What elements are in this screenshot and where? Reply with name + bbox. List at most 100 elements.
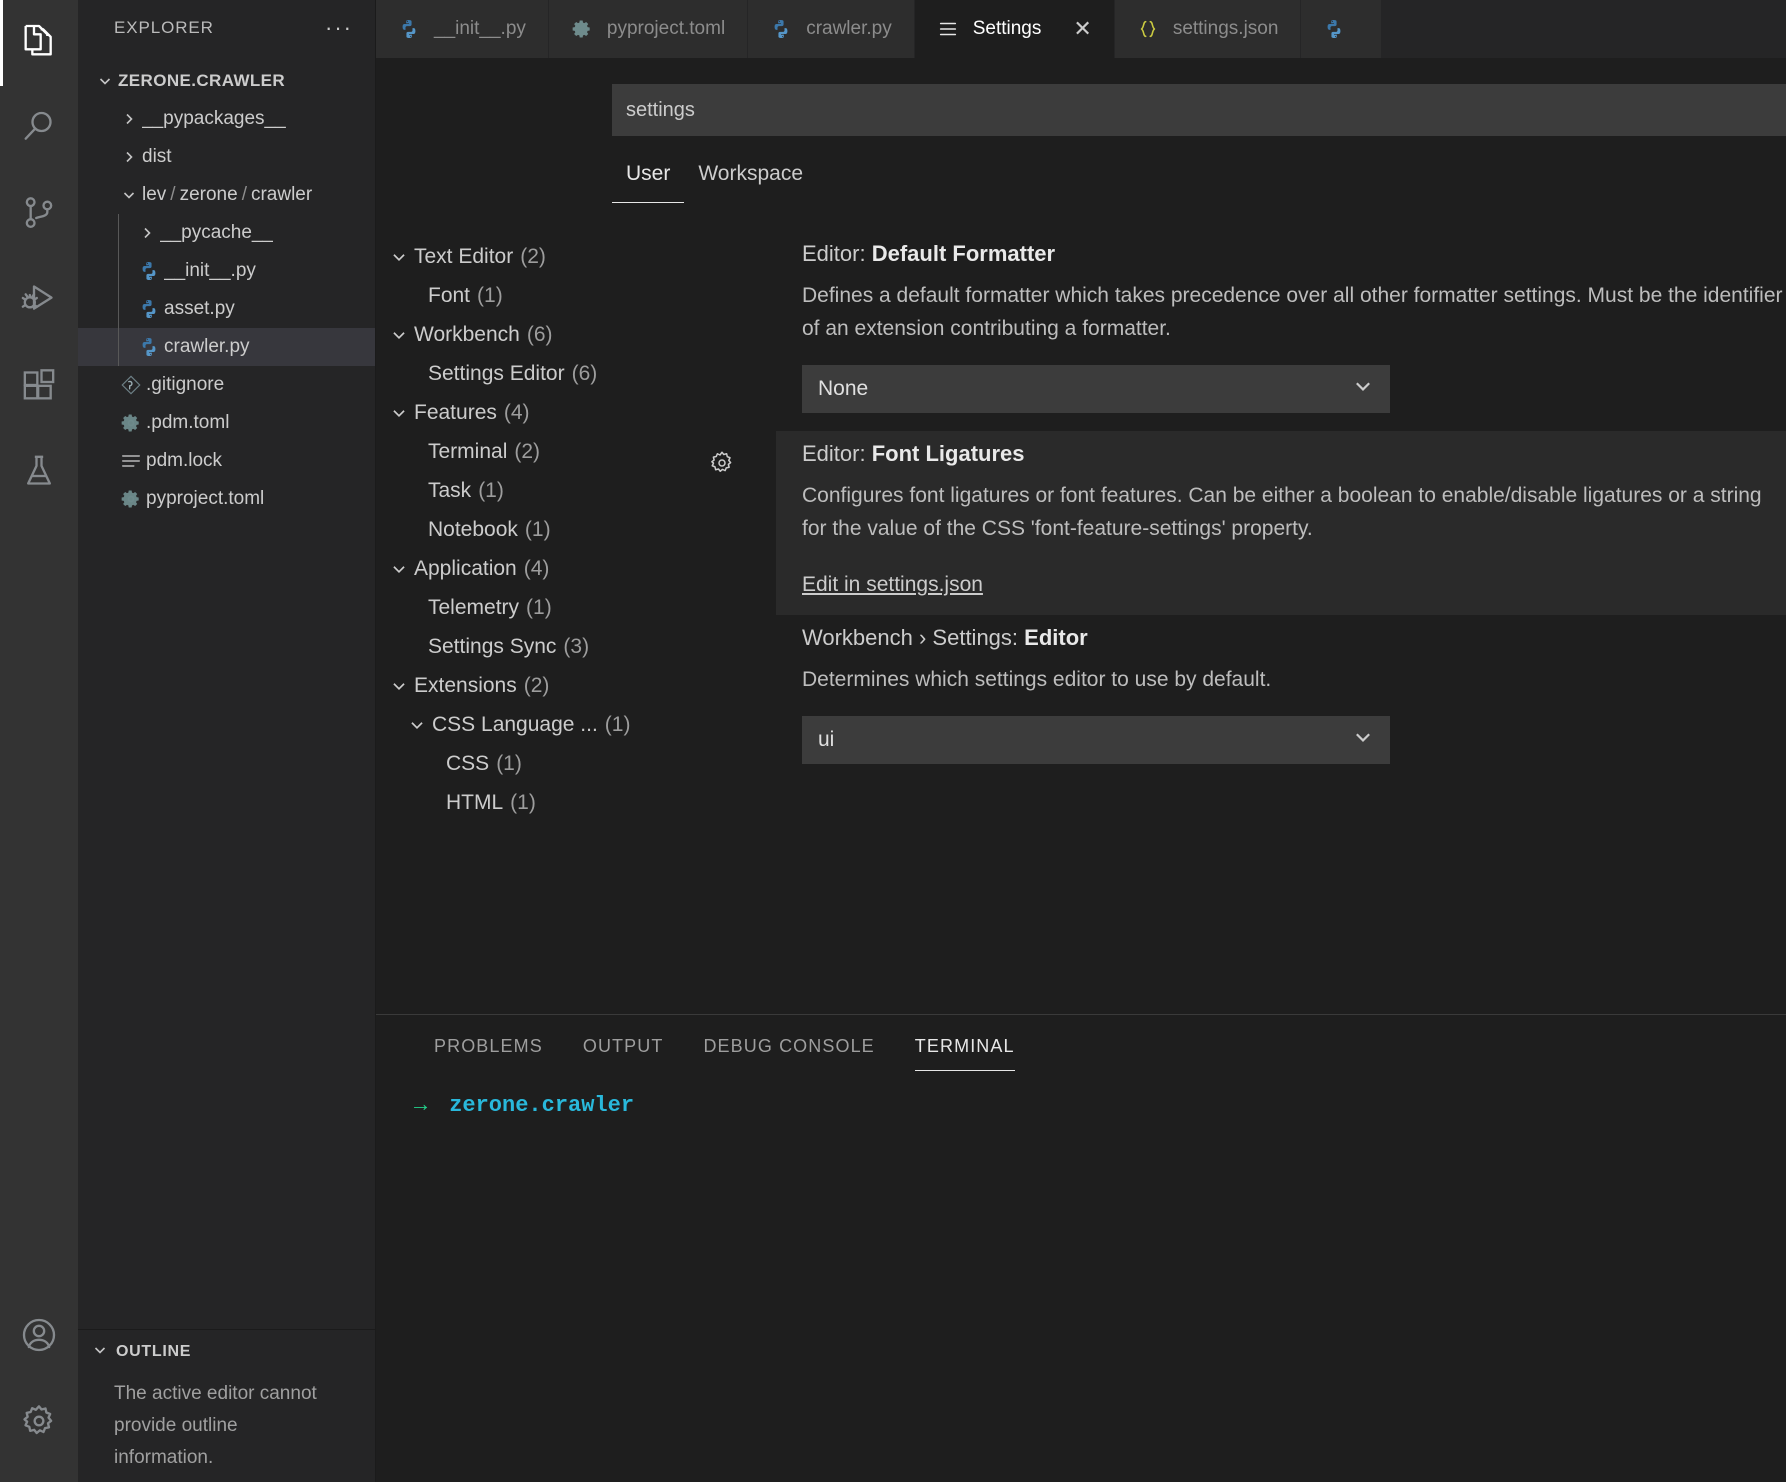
gear-icon <box>116 412 146 434</box>
close-icon[interactable]: ✕ <box>1073 18 1091 40</box>
tree-row-project-root[interactable]: ZERONE.CRAWLER <box>78 62 375 100</box>
toc-row-count: (1) <box>525 518 551 542</box>
tree-row-dist[interactable]: dist <box>78 138 375 176</box>
activity-bar-item-run-and-debug[interactable] <box>0 258 78 344</box>
toc-row-text-editor[interactable]: Text Editor (2) <box>376 237 776 276</box>
gear-icon <box>571 18 593 40</box>
editor-region: __init__.py pyproject.toml <box>376 0 1786 1482</box>
tab-user[interactable]: User <box>612 162 684 203</box>
setting-gear-button[interactable] <box>702 445 742 485</box>
sidebar-more-actions-icon[interactable]: ··· <box>325 23 353 33</box>
gear-icon <box>707 448 737 483</box>
editor-tab-crawler-py[interactable]: crawler.py <box>748 0 915 58</box>
activity-bar-item-search[interactable] <box>0 86 78 172</box>
toc-row-notebook[interactable]: Notebook (1) <box>376 510 776 549</box>
chevron-down-icon <box>384 560 414 578</box>
tab-workspace[interactable]: Workspace <box>684 162 817 203</box>
toc-row-count: (6) <box>572 362 598 386</box>
panel-tab-label: DEBUG CONSOLE <box>703 1036 874 1057</box>
tree-row-pyproject-toml[interactable]: pyproject.toml <box>78 480 375 518</box>
tree-row-init-py[interactable]: __init__.py <box>78 252 375 290</box>
setting-value-select[interactable]: ui <box>802 716 1390 764</box>
activity-bar-item-source-control[interactable] <box>0 172 78 258</box>
tree-row-pycache[interactable]: __pycache__ <box>78 214 375 252</box>
tab-user-label: User <box>626 162 670 185</box>
activity-bar-item-extensions[interactable] <box>0 344 78 430</box>
outline-header[interactable]: OUTLINE <box>78 1330 375 1374</box>
toc-row-count: (4) <box>504 401 530 425</box>
toc-row-font[interactable]: Font (1) <box>376 276 776 315</box>
tree-row-pdm-toml[interactable]: .pdm.toml <box>78 404 375 442</box>
tree-row-crawler-py[interactable]: crawler.py <box>78 328 375 366</box>
panel-tab-terminal[interactable]: TERMINAL <box>895 1015 1035 1077</box>
toc-row-count: (1) <box>510 791 536 815</box>
extensions-icon <box>19 365 59 410</box>
activity-bar-item-explorer[interactable] <box>0 0 78 86</box>
editor-tab-label: pyproject.toml <box>607 18 725 40</box>
chevron-down-icon <box>384 677 414 695</box>
editor-tab-pyproject-toml[interactable]: pyproject.toml <box>549 0 748 58</box>
editor-tab-overflow[interactable] <box>1301 0 1382 58</box>
settings-search-input[interactable]: settings <box>612 84 1786 136</box>
tree-row-label: asset.py <box>164 298 235 320</box>
terminal-line: → zerone.crawler <box>414 1093 1786 1118</box>
toc-row-application[interactable]: Application (4) <box>376 549 776 588</box>
panel-tab-label: OUTPUT <box>583 1036 664 1057</box>
tree-row-label: ZERONE.CRAWLER <box>118 71 285 91</box>
activity-bar <box>0 0 78 1482</box>
activity-bar-item-testing[interactable] <box>0 430 78 516</box>
activity-bar-item-manage[interactable] <box>0 1380 78 1466</box>
toc-row-css-language[interactable]: CSS Language ... (1) <box>376 705 776 744</box>
toc-row-label: Telemetry <box>428 596 519 620</box>
chevron-down-icon <box>116 187 142 203</box>
setting-category: Workbench › Settings: <box>802 625 1018 650</box>
python-icon <box>134 336 164 358</box>
toc-row-count: (2) <box>524 674 550 698</box>
python-icon <box>134 298 164 320</box>
edit-in-settings-json-link[interactable]: Edit in settings.json <box>802 573 983 597</box>
toc-row-label: Font <box>428 284 470 308</box>
chevron-down-icon <box>384 326 414 344</box>
toc-row-label: Text Editor <box>414 245 513 269</box>
setting-description: Configures font ligatures or font featur… <box>802 479 1786 545</box>
tree-row-label: .pdm.toml <box>146 412 229 434</box>
toc-row-html[interactable]: HTML (1) <box>376 783 776 822</box>
toc-row-workbench[interactable]: Workbench (6) <box>376 315 776 354</box>
setting-category: Editor: <box>802 241 866 266</box>
toc-row-telemetry[interactable]: Telemetry (1) <box>376 588 776 627</box>
chevron-right-icon <box>134 225 160 241</box>
tree-row-asset-py[interactable]: asset.py <box>78 290 375 328</box>
python-icon <box>134 260 164 282</box>
panel-tab-output[interactable]: OUTPUT <box>563 1015 684 1077</box>
file-tree: ZERONE.CRAWLER __pypackages__ dist <box>78 56 375 1329</box>
toc-row-features[interactable]: Features (4) <box>376 393 776 432</box>
toc-row-settings-editor[interactable]: Settings Editor (6) <box>376 354 776 393</box>
tree-row-label: pyproject.toml <box>146 488 264 510</box>
setting-item-editor-font-ligatures[interactable]: Editor: Font Ligatures Configures font l… <box>776 431 1786 615</box>
activity-bar-bottom-group <box>0 1294 78 1482</box>
setting-value-select[interactable]: None <box>802 365 1390 413</box>
editor-tab-settings-json[interactable]: settings.json <box>1115 0 1302 58</box>
tree-row-label: __pycache__ <box>160 222 273 244</box>
toc-row-css[interactable]: CSS (1) <box>376 744 776 783</box>
terminal-output[interactable]: → zerone.crawler <box>376 1077 1786 1118</box>
settings-columns: Text Editor (2) Font (1) Workbench (6) S… <box>376 203 1786 1014</box>
activity-bar-item-accounts[interactable] <box>0 1294 78 1380</box>
tree-row-pdm-lock[interactable]: pdm.lock <box>78 442 375 480</box>
panel-tab-label: PROBLEMS <box>434 1036 543 1057</box>
tree-row-pypackages[interactable]: __pypackages__ <box>78 100 375 138</box>
editor-tab-settings[interactable]: Settings ✕ <box>915 0 1115 58</box>
panel-tab-debug-console[interactable]: DEBUG CONSOLE <box>683 1015 894 1077</box>
tree-row-lev-zerone-crawler[interactable]: lev/zerone/crawler <box>78 176 375 214</box>
panel-tab-problems[interactable]: PROBLEMS <box>414 1015 563 1077</box>
toc-row-extensions[interactable]: Extensions (2) <box>376 666 776 705</box>
toc-row-settings-sync[interactable]: Settings Sync (3) <box>376 627 776 666</box>
editor-tab-init-py[interactable]: __init__.py <box>376 0 549 58</box>
path-separator: / <box>238 184 251 205</box>
path-segment-crawler: crawler <box>251 184 312 205</box>
setting-item-editor-default-formatter[interactable]: Editor: Default Formatter Defines a defa… <box>776 231 1786 431</box>
tree-row-gitignore[interactable]: .gitignore <box>78 366 375 404</box>
chevron-down-icon <box>92 73 118 89</box>
path-segment-zerone: zerone <box>180 184 238 205</box>
setting-item-workbench-settings-editor[interactable]: Workbench › Settings: Editor Determines … <box>776 615 1786 782</box>
